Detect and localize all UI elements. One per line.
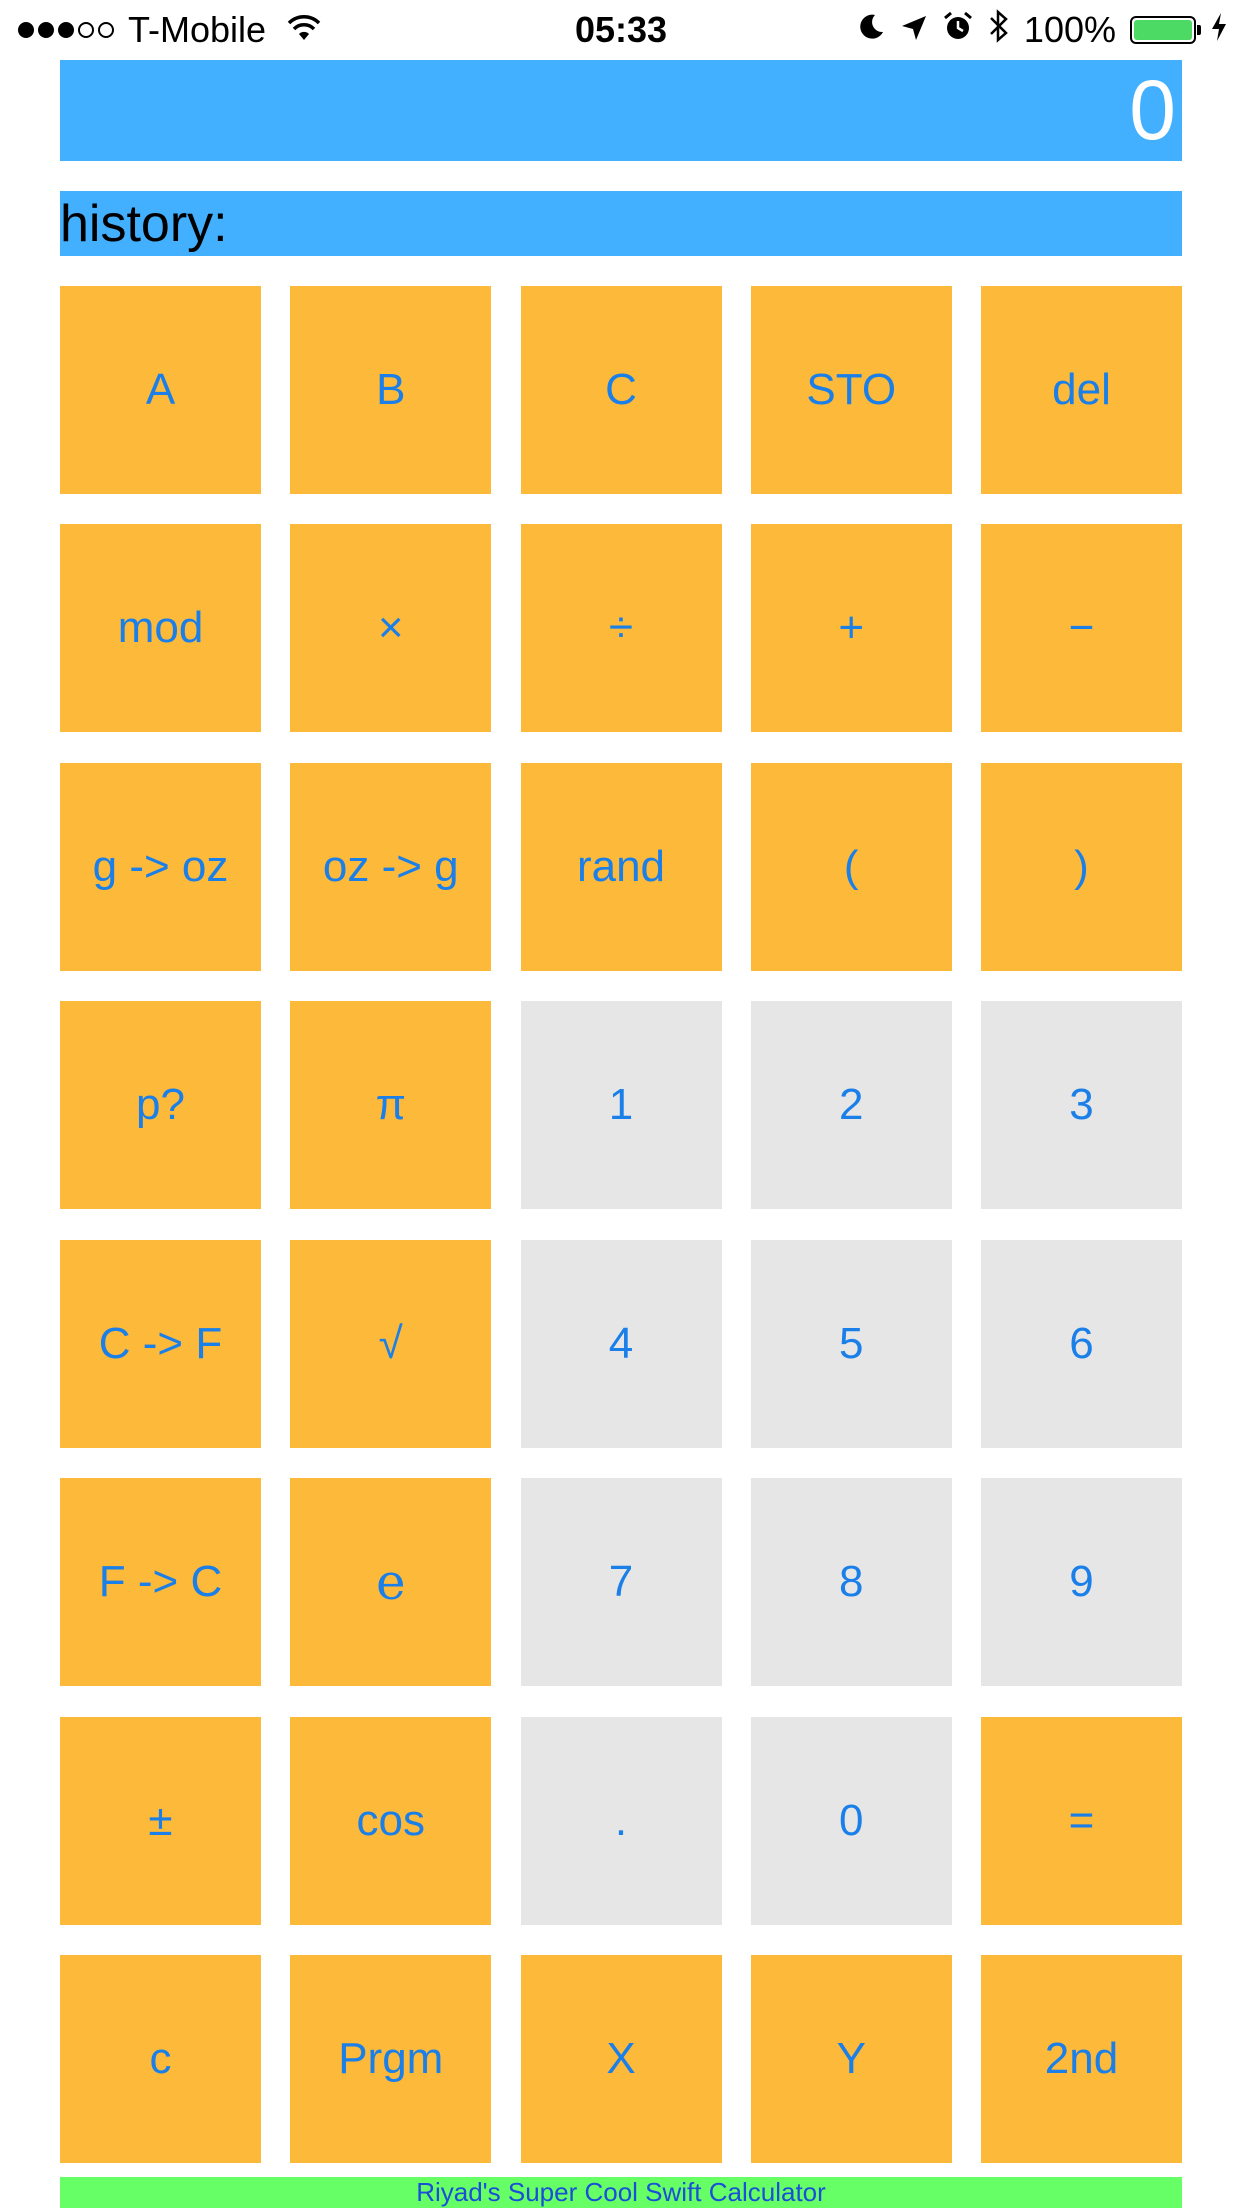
battery-level [1134,20,1192,40]
key-oz-to-g-button[interactable]: oz -> g [290,762,492,971]
key-a-button[interactable]: A [60,286,261,494]
key-8-button[interactable]: 8 [750,1478,952,1687]
keypad: A B C STO del mod × ÷ + − g -> oz oz -> g rand() p? π 1… [60,286,1182,2163]
key-open-paren-button[interactable]: ( [750,762,952,971]
key-plus-button[interactable]: + [750,524,952,733]
key-sto-button[interactable]: STO [750,286,952,494]
key-f-to-c-button[interactable]: F -> C [60,1478,261,1687]
key-cos-button[interactable]: cos [290,1716,492,1925]
key-plus-minus-button[interactable]: ± [60,1716,261,1925]
key-3-button[interactable]: 3 [981,1001,1182,1210]
alarm-icon [942,9,974,51]
key-1-button[interactable]: 1 [520,1001,722,1210]
key-del-button[interactable]: del [981,286,1182,494]
key-g-to-oz-button[interactable]: g -> oz [60,762,261,971]
key-7-button[interactable]: 7 [520,1478,722,1687]
moon-icon [856,9,886,51]
key-sqrt-button[interactable]: √ [290,1239,492,1448]
key-minus-button[interactable]: − [981,524,1182,733]
key-c-button[interactable]: c [60,1954,261,2163]
key-rand-button[interactable]: rand [520,762,722,971]
key-close-paren-button[interactable]: ) [981,762,1182,971]
footer-text: Riyad's Super Cool Swift Calculator [416,2177,826,2207]
key-c-button[interactable]: C [520,286,722,494]
key-2nd-button[interactable]: 2nd [981,1954,1182,2163]
battery-icon [1130,16,1201,44]
location-arrow-icon [900,9,928,51]
footer-banner: Riyad's Super Cool Swift Calculator [60,2177,1182,2208]
key-divide-button[interactable]: ÷ [520,524,722,733]
key-e-button[interactable]: e [290,1478,492,1687]
key-2-button[interactable]: 2 [750,1001,952,1210]
key-6-button[interactable]: 6 [981,1239,1182,1448]
key-multiply-button[interactable]: × [290,524,492,733]
display-value: 0 [1129,63,1176,157]
key-c-to-f-button[interactable]: C -> F [60,1239,261,1448]
key-mod-button[interactable]: mod [60,524,261,733]
key-5-button[interactable]: 5 [750,1239,952,1448]
key-x-button[interactable]: X [520,1954,722,2163]
key-prgm-button[interactable]: Prgm [290,1954,492,2163]
calculator-display: 0 [60,60,1182,161]
history-label: history: [60,194,228,253]
history-bar: history: [60,191,1182,256]
key-p-q-button[interactable]: p? [60,1001,261,1210]
key-equals-button[interactable]: = [981,1716,1182,1925]
charging-bolt-icon [1210,9,1228,51]
status-bar: T-Mobile 05:33 100% [0,0,1242,60]
key-b-button[interactable]: B [290,286,492,494]
key-4-button[interactable]: 4 [520,1239,722,1448]
bluetooth-icon [988,8,1010,52]
key-pi-button[interactable]: π [290,1001,492,1210]
key-decimal-point-button[interactable]: . [520,1716,722,1925]
key-0-button[interactable]: 0 [750,1716,952,1925]
status-bar-right: 100% [856,0,1228,60]
battery-percent: 100% [1023,9,1116,50]
key-9-button[interactable]: 9 [981,1478,1182,1687]
key-y-button[interactable]: Y [750,1954,952,2163]
